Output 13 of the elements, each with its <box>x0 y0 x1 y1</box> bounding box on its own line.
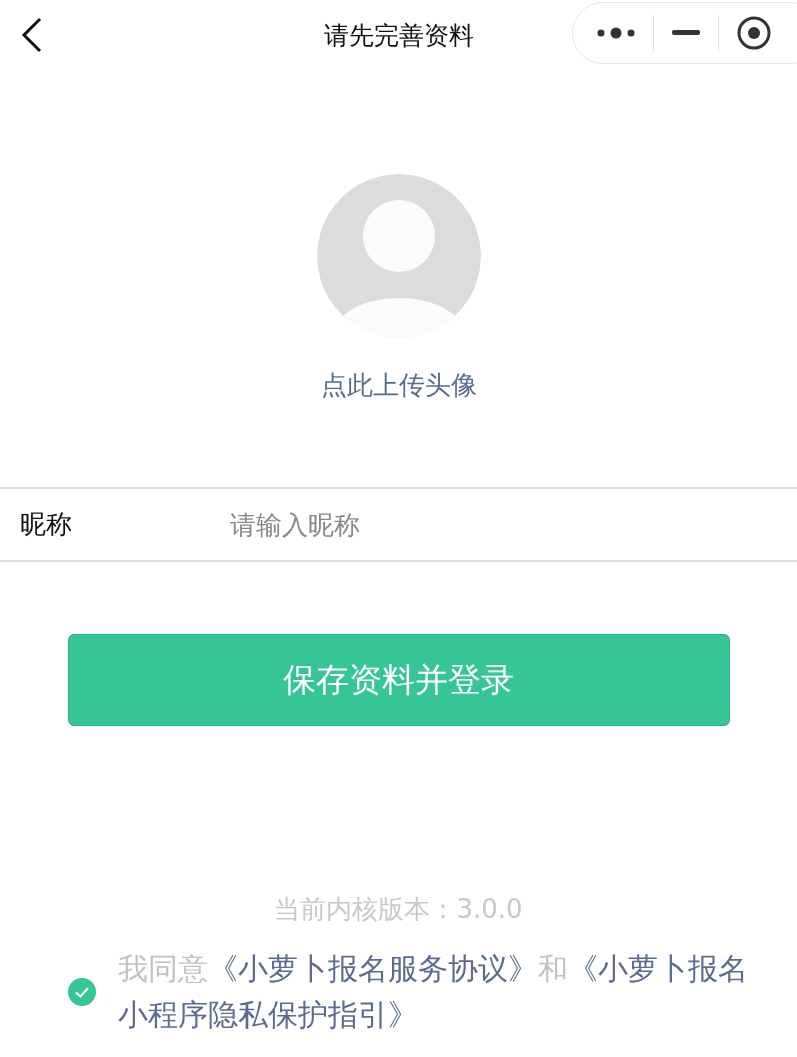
close-icon[interactable] <box>737 16 771 50</box>
page-title: 请先完善资料 <box>323 19 474 52</box>
agreement-link[interactable]: 小程序隐私保护指引》 <box>118 995 418 1035</box>
upload-avatar-link[interactable]: 点此上传头像 <box>320 368 477 403</box>
nickname-field[interactable]: 请输入昵称 <box>230 509 750 540</box>
field-label: 昵称 <box>20 508 73 541</box>
agreement-link[interactable]: 《小萝卜报名服务协议》 <box>208 949 538 989</box>
agreement-text: 和 <box>538 950 568 988</box>
minimize-icon[interactable] <box>672 30 700 36</box>
agreement-text: 我同意 <box>118 950 208 988</box>
more-icon[interactable] <box>597 26 635 40</box>
checkbox[interactable] <box>67 977 97 1007</box>
agreement-link[interactable]: 《小萝卜报名 <box>568 949 748 989</box>
